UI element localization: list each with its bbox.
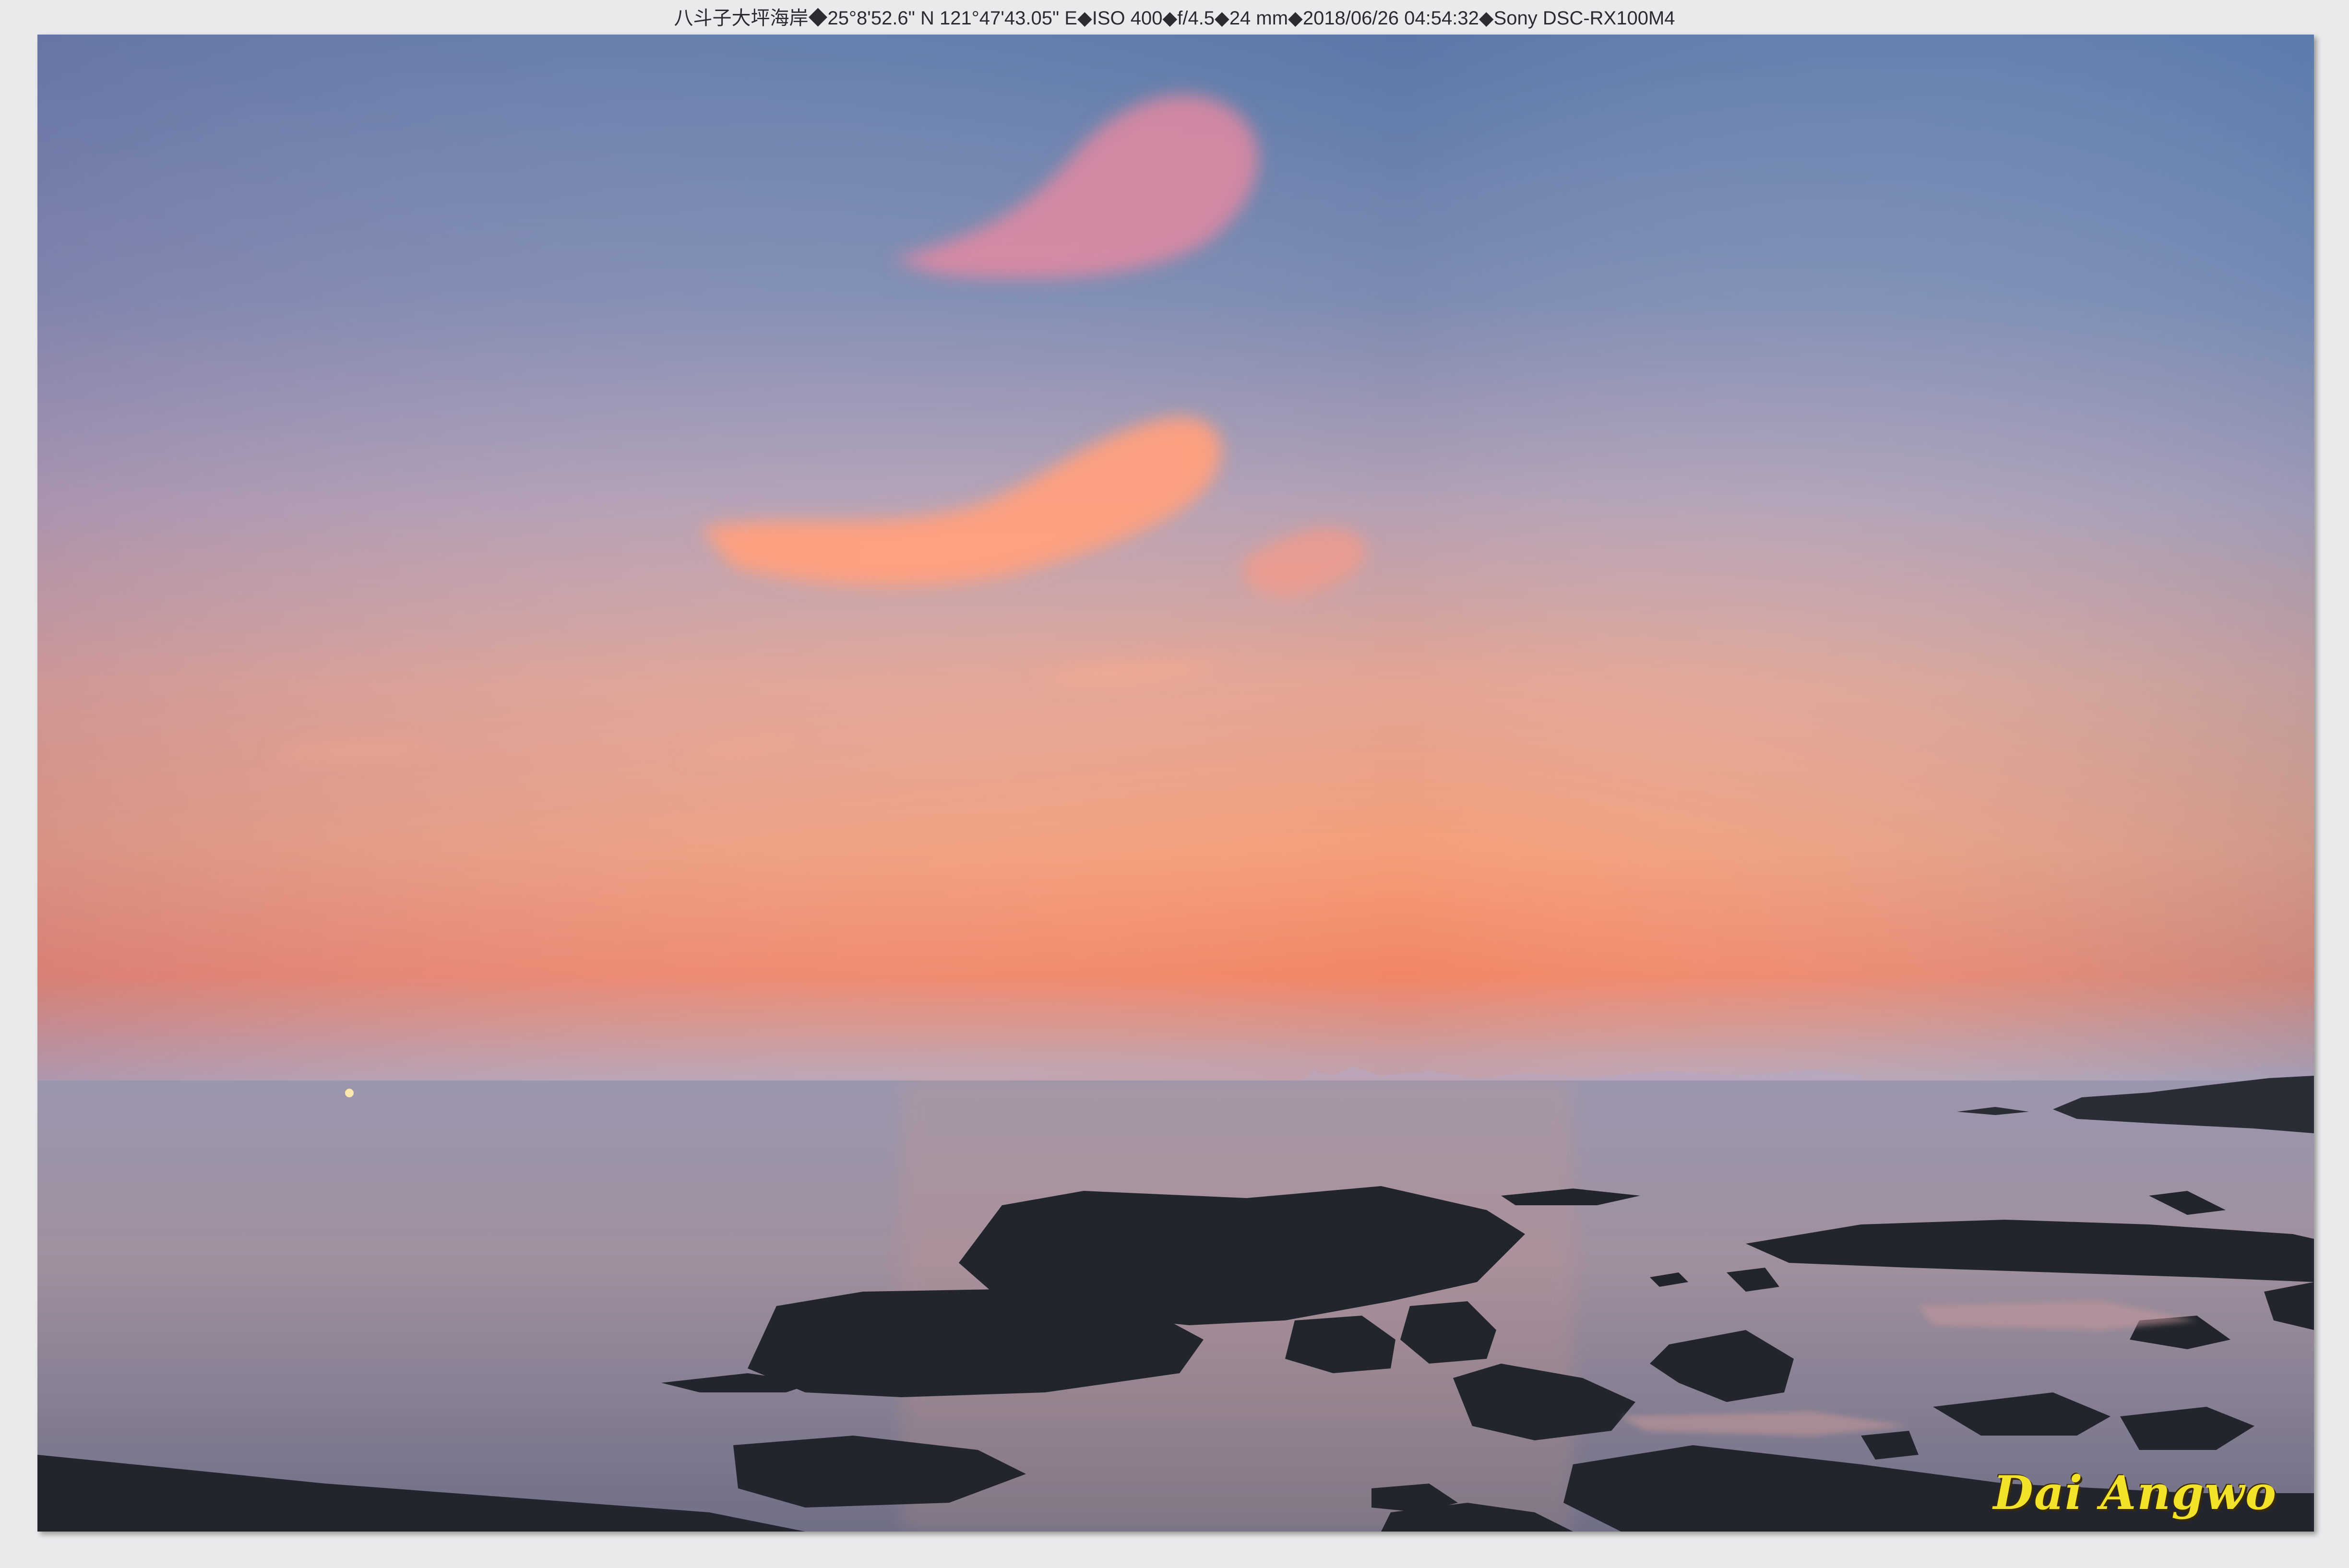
distant-boat-light xyxy=(345,1089,354,1097)
landscape-photo xyxy=(37,35,2314,1532)
photographer-watermark: Dai Angwo xyxy=(1993,1466,2277,1520)
exif-caption: 八斗子大坪海岸◆25°8'52.6" N 121°47'43.05" E◆ISO… xyxy=(674,8,1675,29)
photo-frame: 八斗子大坪海岸◆25°8'52.6" N 121°47'43.05" E◆ISO… xyxy=(0,0,2349,1568)
photo-canvas xyxy=(37,35,2314,1532)
